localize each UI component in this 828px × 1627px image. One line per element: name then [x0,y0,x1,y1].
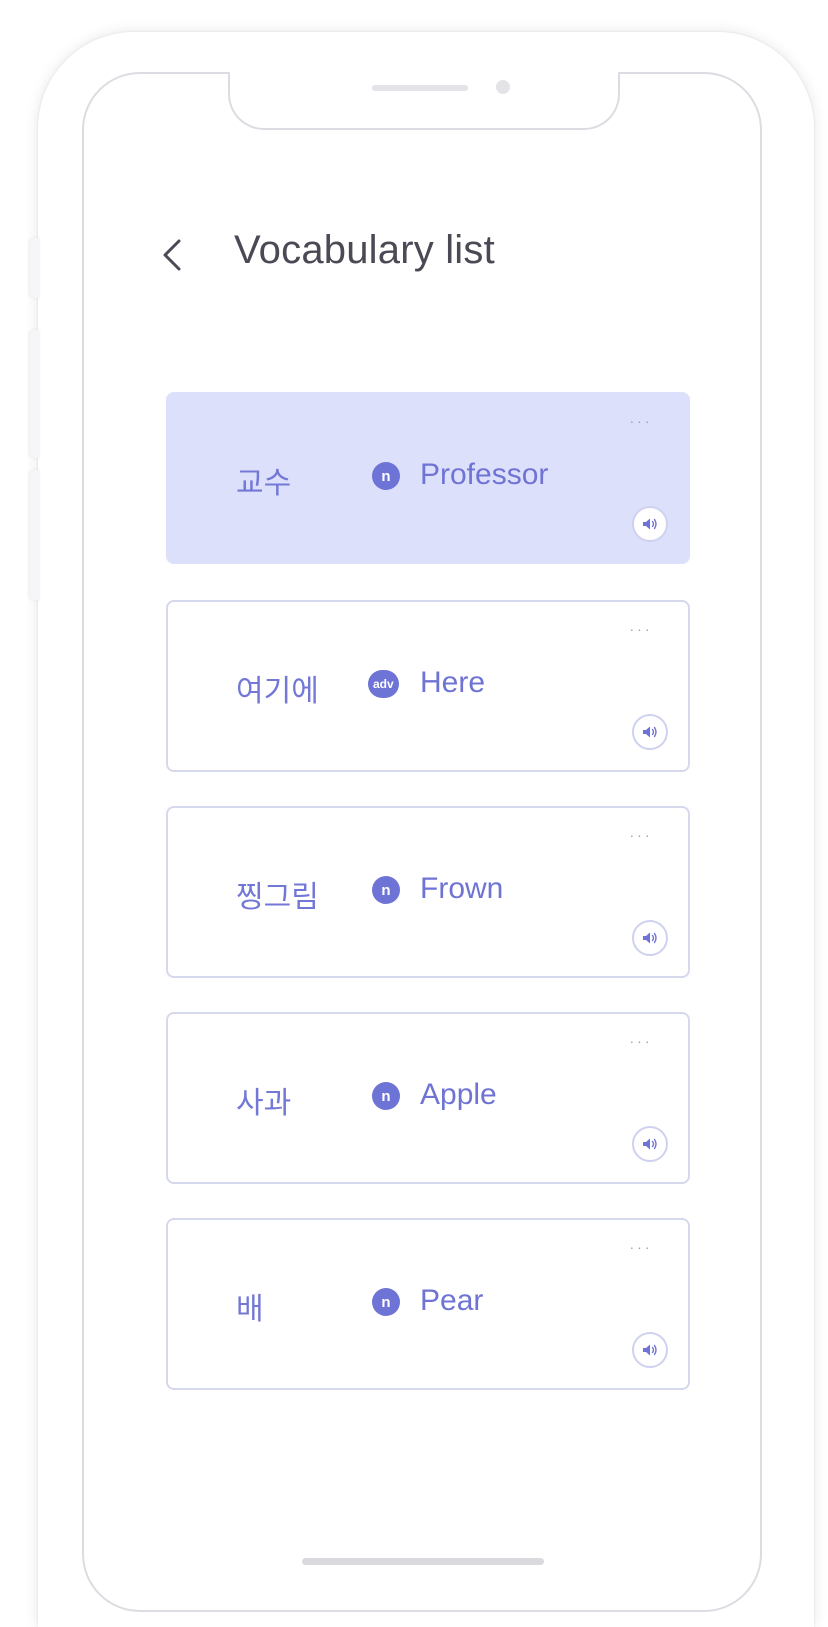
part-of-speech-badge: n [372,462,400,490]
vocab-card-frown[interactable]: ··· 찡그림 n Frown [166,806,690,978]
audio-play-button[interactable] [632,920,668,956]
korean-word: 교수 [236,466,292,501]
speaker-icon [643,1138,657,1150]
phone-side-button [30,470,40,600]
part-of-speech-badge: n [372,1288,400,1316]
english-translation: Frown [420,872,504,905]
korean-word: 찡그림 [236,880,319,915]
chevron-left-icon [163,239,181,271]
speaker-icon [643,1344,657,1356]
more-options-icon[interactable]: ··· [622,1032,660,1050]
speaker-icon [643,726,657,738]
english-translation: Apple [420,1078,497,1111]
audio-play-button[interactable] [632,1126,668,1162]
app-stage: Vocabulary list ··· 교수 n Professor ··· 여… [0,0,828,1627]
phone-screen: Vocabulary list ··· 교수 n Professor ··· 여… [82,72,762,1612]
part-of-speech-badge: n [372,1082,400,1110]
vocab-card-apple[interactable]: ··· 사과 n Apple [166,1012,690,1184]
speaker-icon [643,932,657,944]
more-options-icon[interactable]: ··· [622,1238,660,1256]
page-title: Vocabulary list [234,228,495,272]
phone-notch [228,72,620,130]
part-of-speech-badge: n [372,876,400,904]
audio-play-button[interactable] [632,506,668,542]
korean-word: 배 [236,1292,264,1327]
phone-side-button [30,238,40,298]
back-button[interactable] [152,232,192,278]
english-translation: Pear [420,1284,484,1317]
korean-word: 사과 [236,1086,292,1121]
phone-side-button [30,330,40,458]
english-translation: Here [420,666,486,699]
part-of-speech-badge: adv [368,670,399,698]
more-options-icon[interactable]: ··· [622,412,660,430]
vocab-card-pear[interactable]: ··· 배 n Pear [166,1218,690,1390]
more-options-icon[interactable]: ··· [622,620,660,638]
vocab-card-professor[interactable]: ··· 교수 n Professor [166,392,690,564]
home-indicator [302,1558,544,1565]
korean-word: 여기에 [236,674,319,709]
speaker-grille [372,85,468,91]
more-options-icon[interactable]: ··· [622,826,660,844]
vocab-card-here[interactable]: ··· 여기에 adv Here [166,600,690,772]
audio-play-button[interactable] [632,714,668,750]
audio-play-button[interactable] [632,1332,668,1368]
speaker-icon [643,518,657,530]
english-translation: Professor [420,458,549,491]
front-camera [496,80,510,94]
